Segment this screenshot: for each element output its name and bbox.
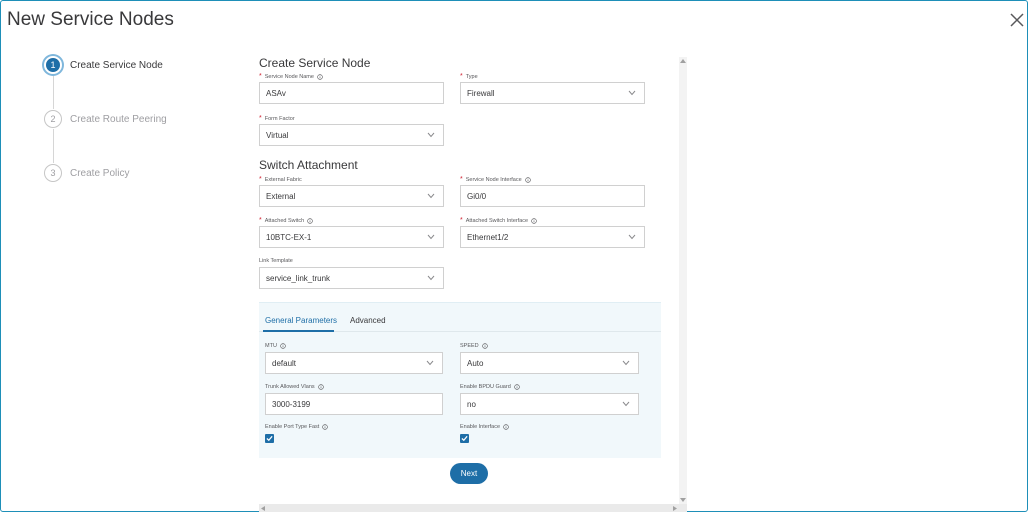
form-factor-label: * Form Factor [259, 115, 295, 122]
tab-advanced[interactable]: Advanced [350, 316, 386, 325]
link-template-select[interactable]: service_link_trunk [259, 267, 444, 289]
chevron-down-icon [427, 234, 435, 240]
chevron-down-icon [427, 132, 435, 138]
attached-switch-label: * Attached Switch [259, 217, 313, 224]
step-create-service-node[interactable]: 1 Create Service Node [44, 56, 163, 74]
attached-switch-interface-select[interactable]: Ethernet1/2 [460, 226, 645, 248]
enable-bpdu-guard-label: Enable BPDU Guard [460, 384, 520, 390]
stepper-connector [53, 75, 54, 109]
dialog-title: New Service Nodes [7, 9, 174, 30]
info-icon [307, 217, 313, 224]
scroll-right-arrow-icon[interactable] [673, 506, 677, 511]
checkmark-icon [266, 435, 273, 442]
enable-interface-label: Enable Interface [460, 424, 509, 430]
step-number: 3 [44, 164, 62, 182]
info-icon [317, 384, 324, 390]
info-icon [481, 343, 488, 349]
mtu-select[interactable]: default [265, 352, 443, 374]
parameters-panel: General Parameters Advanced MTU default … [259, 302, 661, 458]
type-label: * Type [460, 73, 478, 80]
info-icon [317, 73, 323, 80]
info-icon [322, 424, 329, 430]
step-label: Create Policy [70, 167, 130, 179]
external-fabric-label: * External Fabric [259, 176, 302, 183]
step-number: 2 [44, 110, 62, 128]
service-node-name-label: * Service Node Name [259, 73, 323, 80]
type-select[interactable]: Firewall [460, 82, 645, 104]
checkmark-icon [461, 435, 468, 442]
enable-port-type-fast-checkbox[interactable] [265, 434, 274, 443]
chevron-down-icon [622, 360, 630, 366]
form-factor-select[interactable]: Virtual [259, 124, 444, 146]
active-tab-indicator [263, 330, 334, 332]
info-icon [524, 176, 531, 183]
horizontal-scrollbar[interactable] [259, 504, 687, 512]
info-icon [514, 384, 520, 390]
info-icon [280, 343, 286, 349]
scroll-down-arrow-icon[interactable] [680, 498, 686, 502]
attached-switch-select[interactable]: 10BTC-EX-1 [259, 226, 444, 248]
mtu-label: MTU [265, 343, 286, 349]
scroll-up-arrow-icon[interactable] [680, 59, 686, 63]
enable-bpdu-guard-select[interactable]: no [460, 393, 639, 415]
step-create-policy[interactable]: 3 Create Policy [44, 164, 129, 182]
trunk-allowed-vlans-input[interactable] [265, 393, 443, 415]
speed-select[interactable]: Auto [460, 352, 639, 374]
chevron-down-icon [426, 360, 434, 366]
stepper-connector [53, 129, 54, 163]
dialog-window: New Service Nodes 1 Create Service Node … [0, 0, 1028, 512]
step-label: Create Service Node [70, 59, 163, 71]
step-label: Create Route Peering [70, 113, 167, 125]
external-fabric-select[interactable]: External [259, 185, 444, 207]
chevron-down-icon [628, 90, 636, 96]
service-node-name-input[interactable] [259, 82, 444, 104]
attached-switch-interface-label: * Attached Switch Interface [460, 217, 537, 224]
service-node-interface-input[interactable] [460, 185, 645, 207]
link-template-label: Link Template [259, 258, 293, 264]
section-title-switch-attachment: Switch Attachment [259, 158, 358, 172]
tab-general-parameters[interactable]: General Parameters [265, 316, 337, 325]
enable-interface-checkbox[interactable] [460, 434, 469, 443]
chevron-down-icon [427, 193, 435, 199]
next-button[interactable]: Next [450, 463, 488, 484]
scroll-left-arrow-icon[interactable] [261, 506, 265, 511]
vertical-scrollbar[interactable] [679, 57, 687, 504]
step-create-route-peering[interactable]: 2 Create Route Peering [44, 110, 167, 128]
info-icon [503, 424, 509, 430]
enable-port-type-fast-label: Enable Port Type Fast [265, 424, 329, 430]
chevron-down-icon [622, 401, 630, 407]
service-node-interface-label: * Service Node Interface [460, 176, 531, 183]
trunk-allowed-vlans-label: Trunk Allowed Vlans [265, 384, 324, 390]
speed-label: SPEED [460, 343, 488, 349]
section-title-create-service-node: Create Service Node [259, 56, 371, 70]
chevron-down-icon [628, 234, 636, 240]
chevron-down-icon [427, 275, 435, 281]
info-icon [531, 217, 537, 224]
step-number: 1 [44, 56, 62, 74]
close-icon[interactable] [1009, 12, 1025, 28]
